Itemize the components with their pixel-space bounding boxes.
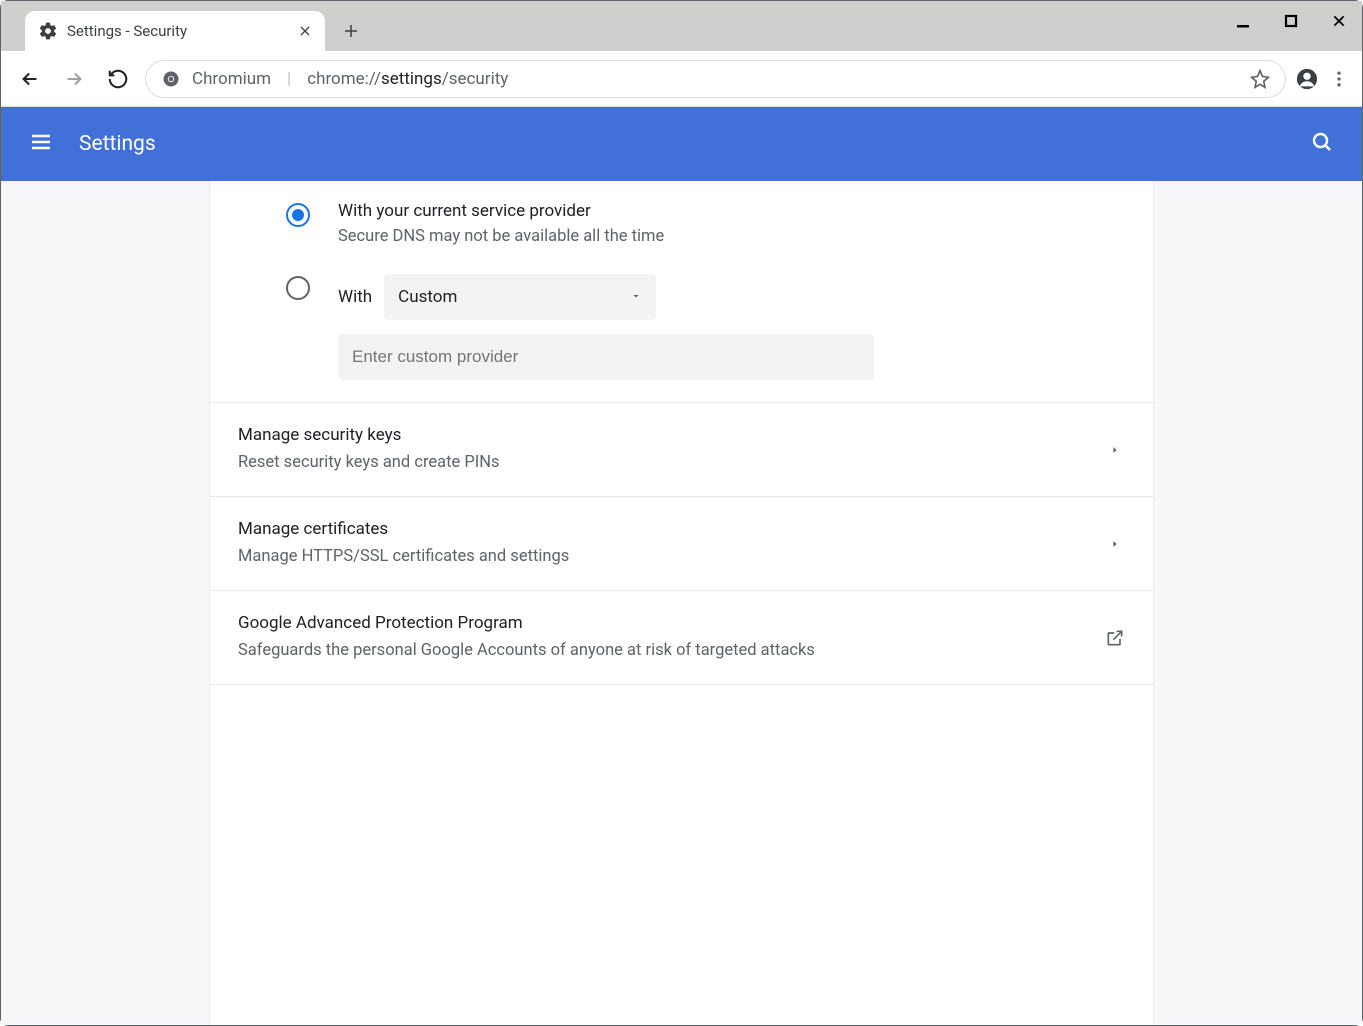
content-area: Advanced security Use secure DNS Determi… <box>1 181 1362 1025</box>
maximize-button[interactable] <box>1280 10 1302 32</box>
chevron-right-icon <box>1105 534 1125 554</box>
security-keys-desc: Reset security keys and create PINs <box>238 451 500 474</box>
radio-current-provider-desc: Secure DNS may not be available all the … <box>338 227 1125 246</box>
close-window-button[interactable] <box>1328 10 1350 32</box>
dns-provider-select-value: Custom <box>398 287 457 307</box>
tab-strip: Settings - Security <box>1 1 1362 51</box>
address-bar[interactable]: Chromium | chrome://settings/security <box>145 60 1286 98</box>
row-google-advanced-protection[interactable]: Google Advanced Protection Program Safeg… <box>210 591 1153 685</box>
radio-current-provider-label: With your current service provider <box>338 201 1125 221</box>
star-icon[interactable] <box>1249 68 1271 90</box>
omnibox-separator: | <box>287 69 291 89</box>
browser-tab[interactable]: Settings - Security <box>25 11 325 51</box>
omnibox-app-label: Chromium <box>192 69 271 89</box>
dns-provider-select[interactable]: Custom <box>384 274 656 320</box>
close-icon[interactable] <box>297 23 313 39</box>
certificates-title: Manage certificates <box>238 519 569 539</box>
gapp-title: Google Advanced Protection Program <box>238 613 815 633</box>
certificates-desc: Manage HTTPS/SSL certificates and settin… <box>238 545 569 568</box>
radio-custom-label: With <box>338 287 372 307</box>
reload-button[interactable] <box>101 62 135 96</box>
omnibox-url: chrome://settings/security <box>307 69 508 89</box>
kebab-menu-icon[interactable] <box>1328 68 1350 90</box>
security-keys-title: Manage security keys <box>238 425 500 445</box>
window-controls <box>1232 1 1350 41</box>
chevron-down-icon <box>630 287 642 307</box>
minimize-button[interactable] <box>1232 10 1254 32</box>
browser-toolbar: Chromium | chrome://settings/security <box>1 51 1362 107</box>
radio-custom-provider[interactable] <box>286 276 310 300</box>
forward-button[interactable] <box>57 62 91 96</box>
secure-dns-options: With your current service provider Secur… <box>238 201 1125 380</box>
scroll-area[interactable]: Advanced security Use secure DNS Determi… <box>1 181 1362 1025</box>
gapp-desc: Safeguards the personal Google Accounts … <box>238 639 815 662</box>
chevron-right-icon <box>1105 440 1125 460</box>
chromium-icon <box>160 68 182 90</box>
row-secure-dns: Use secure DNS Determines how to connect… <box>210 181 1153 403</box>
search-icon[interactable] <box>1310 130 1334 158</box>
new-tab-button[interactable] <box>335 15 367 47</box>
back-button[interactable] <box>13 62 47 96</box>
row-manage-security-keys[interactable]: Manage security keys Reset security keys… <box>210 403 1153 497</box>
custom-provider-input[interactable] <box>338 334 874 380</box>
hamburger-icon[interactable] <box>29 130 53 158</box>
gear-icon <box>37 20 59 42</box>
radio-current-provider[interactable] <box>286 203 310 227</box>
page-title: Settings <box>79 132 156 156</box>
row-manage-certificates[interactable]: Manage certificates Manage HTTPS/SSL cer… <box>210 497 1153 591</box>
profile-icon[interactable] <box>1296 68 1318 90</box>
open-external-icon <box>1105 628 1125 648</box>
settings-header: Settings <box>1 107 1362 181</box>
settings-panel: Advanced security Use secure DNS Determi… <box>209 181 1154 1025</box>
tab-title: Settings - Security <box>67 22 289 40</box>
